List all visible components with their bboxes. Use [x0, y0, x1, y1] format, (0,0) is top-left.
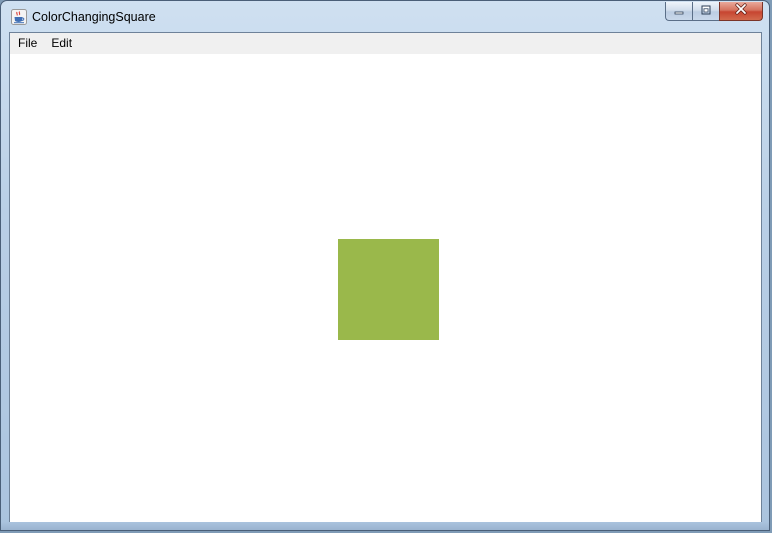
drawing-canvas[interactable]	[10, 54, 761, 523]
title-bar[interactable]: ColorChangingSquare	[1, 1, 769, 33]
menu-edit[interactable]: Edit	[44, 33, 79, 54]
close-button[interactable]	[719, 2, 763, 21]
color-square[interactable]	[338, 239, 439, 340]
window-title: ColorChangingSquare	[32, 10, 156, 24]
client-area: File Edit	[9, 32, 762, 524]
menu-bar: File Edit	[10, 33, 761, 54]
window-bottom-border	[1, 522, 769, 530]
caption-buttons	[665, 2, 763, 22]
maximize-button[interactable]	[692, 2, 719, 21]
minimize-icon	[674, 2, 684, 20]
close-icon	[734, 2, 748, 20]
minimize-button[interactable]	[665, 2, 692, 21]
app-window: ColorChangingSquare File Edit	[0, 0, 770, 531]
maximize-icon	[700, 2, 712, 20]
java-cup-icon[interactable]	[11, 9, 27, 25]
menu-file[interactable]: File	[11, 33, 44, 54]
